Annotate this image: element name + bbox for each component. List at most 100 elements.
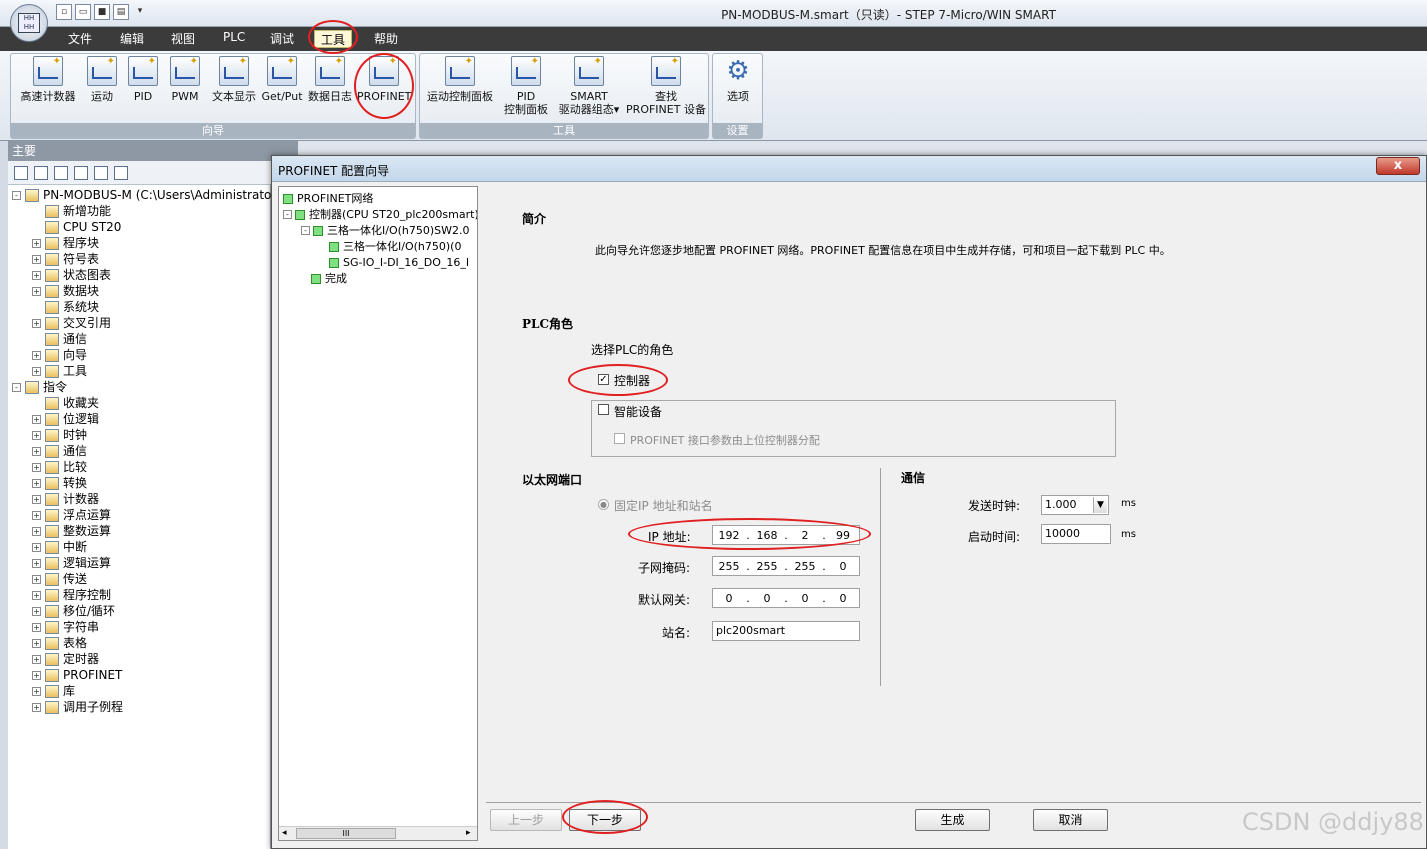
ribbon-btn-pid-panel[interactable]: PID控制面板 [500, 55, 552, 116]
tree-item[interactable]: + 向导 [32, 347, 87, 363]
tree-item[interactable]: + 程序控制 [32, 587, 111, 603]
startup-time-input[interactable]: 10000 [1041, 524, 1111, 544]
smart-device-checkbox[interactable] [598, 404, 609, 415]
tree-item[interactable]: + 逻辑运算 [32, 555, 111, 571]
menu-help[interactable]: 帮助 [374, 30, 398, 48]
tree-item[interactable]: + 位逻辑 [32, 411, 99, 427]
next-button[interactable]: 下一步 [569, 809, 641, 831]
ribbon-btn-pid[interactable]: PID [126, 55, 160, 103]
tree-item[interactable]: + 调用子例程 [32, 699, 123, 715]
tree-item[interactable]: + 数据块 [32, 283, 99, 299]
ribbon-btn-options[interactable]: ⚙ 选项 [716, 56, 760, 103]
tree-item[interactable]: 系统块 [32, 299, 99, 315]
tree-expander-icon[interactable]: + [32, 478, 41, 488]
wizard-nav-item[interactable]: PROFINET网络 [283, 191, 477, 206]
nav-scroll-thumb[interactable]: III [296, 828, 396, 839]
controller-checkbox[interactable]: ✓ [598, 374, 609, 385]
wizard-nav-item[interactable]: - 控制器(CPU ST20_plc200smart) [283, 207, 477, 222]
fixed-ip-radio[interactable]: ● [598, 499, 609, 510]
tree-expander-icon[interactable]: + [32, 606, 41, 616]
open-folder-icon[interactable]: ▭ [75, 4, 91, 20]
menu-edit[interactable]: 编辑 [120, 30, 144, 48]
tree-expander-icon[interactable]: + [32, 270, 41, 280]
tree-item[interactable]: + 字符串 [32, 619, 99, 635]
nav-expander-icon[interactable]: - [301, 226, 310, 235]
tree-expander-icon[interactable]: + [32, 238, 41, 248]
tree-item[interactable]: 收藏夹 [32, 395, 99, 411]
menu-plc[interactable]: PLC [223, 30, 245, 48]
print-icon[interactable]: ▤ [113, 4, 129, 20]
ribbon-btn-motion[interactable]: 运动 [84, 55, 120, 103]
tree-expander-icon[interactable]: + [32, 318, 41, 328]
menu-tools[interactable]: 工具 [314, 30, 353, 48]
tree-item[interactable]: + 计数器 [32, 491, 99, 507]
ribbon-btn-getput[interactable]: Get/Put [261, 55, 303, 103]
ribbon-btn-profinet[interactable]: PROFINET [357, 55, 411, 103]
tree-item[interactable]: + 程序块 [32, 235, 99, 251]
pn-param-checkbox[interactable] [614, 433, 625, 444]
tree-expander-icon[interactable]: + [32, 526, 41, 536]
tree-expander-icon[interactable]: + [32, 430, 41, 440]
gateway-input[interactable]: 0.0.0.0 [712, 588, 860, 608]
ribbon-btn-find-profinet[interactable]: 查找PROFINET 设备 [626, 55, 706, 116]
tree-item[interactable]: + 通信 [32, 443, 87, 459]
tree-expander-icon[interactable]: + [32, 254, 41, 264]
tree-item[interactable]: + 浮点运算 [32, 507, 111, 523]
tree-item[interactable]: + 交叉引用 [32, 315, 111, 331]
tree-expander-icon[interactable]: - [12, 382, 21, 392]
scroll-left-icon[interactable]: ◂ [282, 828, 287, 838]
save-icon[interactable]: ■ [94, 4, 110, 20]
station-name-input[interactable]: plc200smart [712, 621, 860, 641]
new-file-icon[interactable]: ▫ [56, 4, 72, 20]
tree-expander-icon[interactable]: + [32, 414, 41, 424]
tree-item[interactable]: + 表格 [32, 635, 87, 651]
tree-expander-icon[interactable]: + [32, 366, 41, 376]
ribbon-btn-smart-drive[interactable]: SMART驱动器组态▾ [553, 55, 625, 116]
tree-expander-icon[interactable]: + [32, 702, 41, 712]
tree-expander-icon[interactable]: + [32, 542, 41, 552]
ribbon-btn-text-display[interactable]: 文本显示 [208, 55, 260, 103]
cancel-button[interactable]: 取消 [1033, 809, 1108, 831]
tree-expander-icon[interactable]: + [32, 462, 41, 472]
tree-item[interactable]: + 传送 [32, 571, 87, 587]
prev-button[interactable]: 上一步 [490, 809, 562, 831]
wizard-nav-item[interactable]: SG-IO_I-DI_16_DO_16_I [329, 255, 487, 270]
wizard-nav-item[interactable]: 完成 [311, 271, 487, 286]
tree-expander-icon[interactable]: + [32, 654, 41, 664]
tree-expander-icon[interactable]: + [32, 446, 41, 456]
generate-button[interactable]: 生成 [915, 809, 990, 831]
tree-expander-icon[interactable]: + [32, 686, 41, 696]
menu-file[interactable]: 文件 [68, 30, 92, 48]
tree-item[interactable]: + 移位/循环 [32, 603, 115, 619]
app-menu-button[interactable]: HH HH [10, 4, 48, 42]
tree-item[interactable]: + 状态图表 [32, 267, 111, 283]
tree-expander-icon[interactable]: + [32, 622, 41, 632]
ribbon-btn-hsc[interactable]: 高速计数器 [16, 55, 80, 103]
tree-item[interactable]: - PN-MODBUS-M (C:\Users\Administrator\Des… [12, 187, 310, 203]
tree-expander-icon[interactable]: + [32, 510, 41, 520]
panel-tool-icon[interactable] [94, 165, 108, 180]
wizard-nav-item[interactable]: 三格一体化I/O(h750)(0 [329, 239, 487, 254]
tree-item[interactable]: + 时钟 [32, 427, 87, 443]
scroll-right-icon[interactable]: ▸ [466, 828, 471, 838]
dialog-close-button[interactable]: x [1376, 157, 1420, 175]
tree-item[interactable]: 新增功能 [32, 203, 111, 219]
ribbon-btn-motion-panel[interactable]: 运动控制面板 [422, 55, 498, 103]
tree-item[interactable]: + 库 [32, 683, 75, 699]
tree-expander-icon[interactable]: + [32, 286, 41, 296]
tree-item[interactable]: - 指令 [12, 379, 67, 395]
tree-item[interactable]: + 符号表 [32, 251, 99, 267]
panel-tool-icon[interactable] [74, 165, 88, 180]
tree-expander-icon[interactable]: + [32, 670, 41, 680]
ip-address-input[interactable]: 192. 168. 2. 99 [712, 525, 860, 545]
tree-expander-icon[interactable]: + [32, 638, 41, 648]
tree-expander-icon[interactable]: + [32, 494, 41, 504]
tree-item[interactable]: + 整数运算 [32, 523, 111, 539]
tree-item[interactable]: + 转换 [32, 475, 87, 491]
tree-item[interactable]: CPU ST20 [32, 219, 121, 235]
tree-item[interactable]: + 中断 [32, 539, 87, 555]
panel-tool-icon[interactable] [14, 165, 28, 180]
panel-tool-icon[interactable] [34, 165, 48, 180]
tree-expander-icon[interactable]: + [32, 350, 41, 360]
chevron-down-icon[interactable]: ▼ [1093, 497, 1107, 513]
